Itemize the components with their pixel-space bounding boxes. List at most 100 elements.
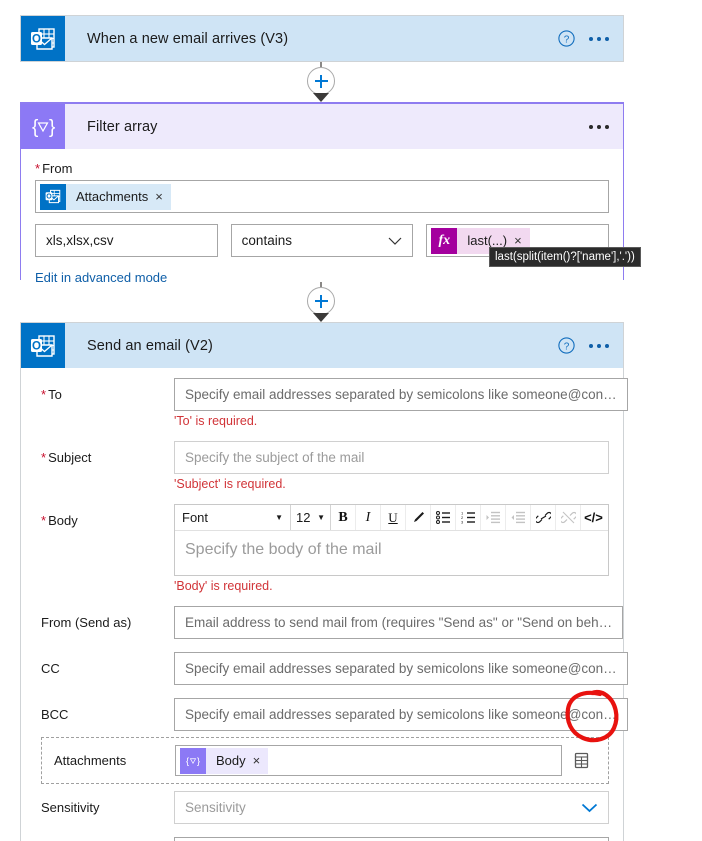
expression-tooltip: last(split(item()?['name'],'.')) <box>489 247 641 267</box>
from-send-as-input[interactable]: Email address to send mail from (require… <box>174 606 624 639</box>
to-input[interactable]: Specify email addresses separated by sem… <box>174 378 628 411</box>
subject-label: * Subject <box>41 450 92 465</box>
edit-in-advanced-mode-link[interactable]: Edit in advanced mode <box>35 270 167 285</box>
filter-left-value-text: xls,xlsx,csv <box>46 233 114 248</box>
send-an-email-card-header[interactable]: O Send an email (V2) ? <box>21 323 623 368</box>
filter-operator-select[interactable]: contains <box>230 224 414 257</box>
bold-label: B <box>338 509 348 525</box>
chevron-down-icon[interactable] <box>388 234 402 248</box>
italic-label: I <box>365 509 371 525</box>
attachments-token[interactable]: O Attachments × <box>40 183 171 210</box>
bcc-field-wrap: Specify email addresses separated by sem… <box>174 698 628 731</box>
reply-to-input[interactable]: The email addresses to use when replying <box>174 837 609 841</box>
from-send-as-placeholder: Email address to send mail from (require… <box>185 615 613 630</box>
send-an-email-card-body: * To Specify email addresses separated by… <box>21 368 628 841</box>
bcc-label: BCC <box>41 707 69 722</box>
chevron-down-icon[interactable]: ▼ <box>275 513 283 522</box>
remove-token-icon[interactable]: × <box>253 753 269 768</box>
token-label: Attachments <box>76 189 149 204</box>
rich-text-toolbar: Font ▼ 12 ▼ B I U 1 2 3 </> <box>175 505 608 531</box>
add-step-plus-icon[interactable] <box>307 287 335 315</box>
bcc-placeholder: Specify email addresses separated by sem… <box>185 707 617 722</box>
subject-input[interactable]: Specify the subject of the mail <box>174 441 609 474</box>
token-label: Body <box>216 753 246 768</box>
reply-to-field-wrap: The email addresses to use when replying <box>174 837 609 841</box>
add-step-plus-icon[interactable] <box>307 67 335 95</box>
filter-operator-cell: contains <box>230 224 414 257</box>
switch-to-array-icon[interactable] <box>562 751 600 770</box>
more-options-icon[interactable] <box>589 124 609 129</box>
send-an-email-card[interactable]: O Send an email (V2) ? * To Specify emai… <box>20 322 628 841</box>
outlook-icon: O <box>21 16 65 61</box>
attachments-input[interactable]: { } Body × <box>175 745 562 776</box>
filter-left-value-input[interactable]: xls,xlsx,csv <box>35 224 218 257</box>
cc-placeholder: Specify email addresses separated by sem… <box>185 661 617 676</box>
body-token[interactable]: { } Body × <box>180 747 269 774</box>
to-placeholder: Specify email addresses separated by sem… <box>185 387 617 402</box>
indent-icon[interactable] <box>481 505 506 530</box>
font-size-select[interactable]: 12 ▼ <box>291 505 331 530</box>
highlight-pen-icon[interactable] <box>406 505 431 530</box>
remove-token-icon[interactable]: × <box>514 233 530 248</box>
remove-token-icon[interactable]: × <box>155 189 171 204</box>
from-field-label: * From <box>35 161 73 176</box>
svg-text:3: 3 <box>461 520 464 525</box>
more-options-icon[interactable] <box>589 36 609 41</box>
unlink-icon[interactable] <box>556 505 581 530</box>
connector-filter-to-email <box>303 282 339 322</box>
filter-array-icon: { } <box>180 747 206 774</box>
code-view-button[interactable]: </> <box>581 505 606 530</box>
svg-text:}: } <box>49 117 55 138</box>
help-icon[interactable]: ? <box>558 337 575 354</box>
filter-left-value-cell: xls,xlsx,csv <box>35 224 218 257</box>
send-an-email-card-title: Send an email (V2) <box>87 337 213 354</box>
sensitivity-select[interactable]: Sensitivity <box>174 791 609 824</box>
svg-text:}: } <box>197 756 201 767</box>
token-label: last(...) <box>467 233 508 248</box>
bold-button[interactable]: B <box>331 505 356 530</box>
svg-text:{: { <box>32 117 39 138</box>
from-token-input[interactable]: O Attachments × <box>35 180 609 213</box>
chevron-down-icon[interactable]: ▼ <box>317 513 325 522</box>
filter-array-card-header[interactable]: { } Filter array <box>21 104 623 149</box>
to-label: * To <box>41 387 62 402</box>
bcc-row: BCC Specify email addresses separated by… <box>41 698 628 731</box>
subject-row: * Subject Specify the subject of the mail… <box>41 441 609 498</box>
font-family-select[interactable]: Font ▼ <box>175 505 291 530</box>
svg-text:?: ? <box>564 341 570 352</box>
outdent-icon[interactable] <box>506 505 531 530</box>
email-header-actions: ? <box>558 337 623 354</box>
cc-input[interactable]: Specify email addresses separated by sem… <box>174 652 628 685</box>
numbered-list-icon[interactable]: 1 2 3 <box>456 505 481 530</box>
svg-text:O: O <box>46 194 52 201</box>
link-icon[interactable] <box>531 505 556 530</box>
chevron-down-icon[interactable] <box>581 801 598 815</box>
help-icon[interactable]: ? <box>558 30 575 47</box>
body-label: * Body <box>41 513 78 528</box>
trigger-card-header[interactable]: O When a new email arrives (V3) ? <box>21 16 623 61</box>
more-options-icon[interactable] <box>589 343 609 348</box>
outlook-icon: O <box>40 183 66 210</box>
attachments-row[interactable]: Attachments { } Body × <box>41 737 609 784</box>
reply-to-label: Reply To <box>41 837 174 841</box>
trigger-card-when-a-new-email-arrives[interactable]: O When a new email arrives (V3) ? <box>20 15 624 62</box>
filter-array-icon: { } <box>21 104 65 149</box>
subject-placeholder: Specify the subject of the mail <box>185 450 365 465</box>
body-field-wrap: Font ▼ 12 ▼ B I U 1 2 3 </> Specify the … <box>174 504 609 600</box>
trigger-header-actions: ? <box>558 30 623 47</box>
underline-button[interactable]: U <box>381 505 406 530</box>
body-editor-area[interactable]: Specify the body of the mail <box>175 531 608 575</box>
connector-arrow <box>313 313 329 322</box>
svg-text:O: O <box>32 340 41 352</box>
bulleted-list-icon[interactable] <box>431 505 456 530</box>
italic-button[interactable]: I <box>356 505 381 530</box>
reply-to-row: Reply To The email addresses to use when… <box>41 837 609 841</box>
cc-label: CC <box>41 661 60 676</box>
from-send-as-label: From (Send as) <box>41 615 132 630</box>
cc-row: CC Specify email addresses separated by … <box>41 652 628 692</box>
bcc-input[interactable]: Specify email addresses separated by sem… <box>174 698 628 731</box>
svg-text:{: { <box>186 756 190 767</box>
body-row: * Body Font ▼ 12 ▼ B I U 1 2 3 </> Speci… <box>41 504 609 600</box>
rich-text-editor[interactable]: Font ▼ 12 ▼ B I U 1 2 3 </> Specify the … <box>174 504 609 576</box>
connector-arrow <box>313 93 329 102</box>
